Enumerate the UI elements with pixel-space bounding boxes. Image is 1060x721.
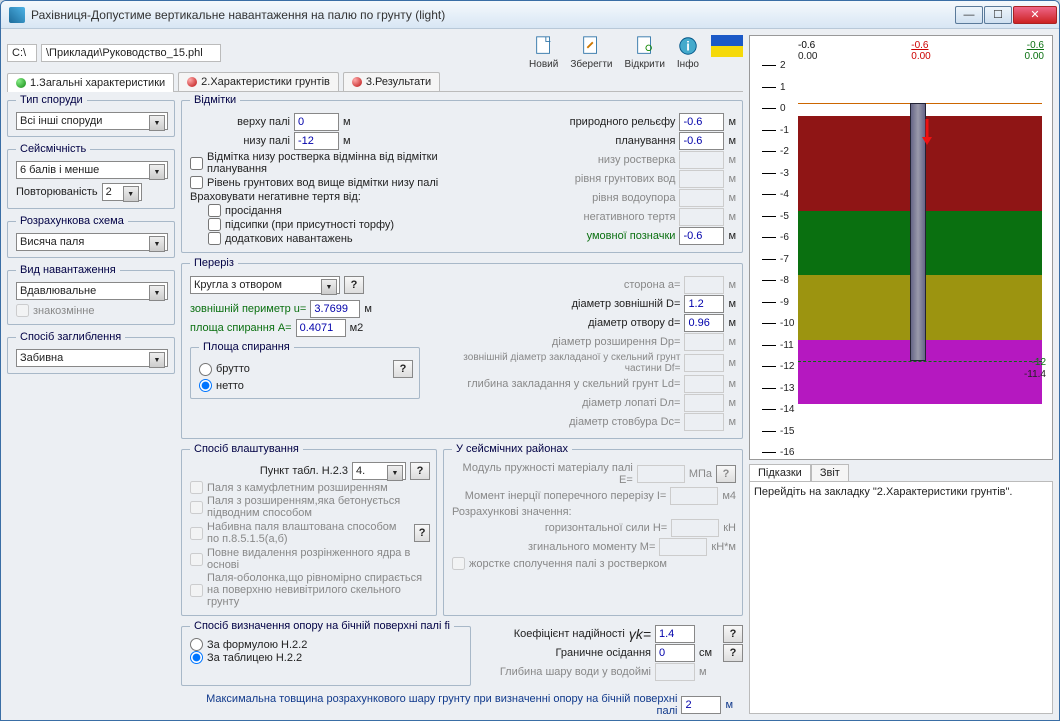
gw-above-check[interactable]: Рівень грунтових вод вище відмітки низу … <box>190 176 490 189</box>
window-title: Рахівниця-Допустиме вертикальне навантаж… <box>31 8 955 22</box>
perim-input[interactable]: 3.7699 <box>310 300 360 318</box>
app-icon <box>9 7 25 23</box>
file-path: C:\ \Приклади\Руководство_15.phl <box>7 44 221 62</box>
opt1-check: Паля з камуфлетним розширенням <box>190 481 430 494</box>
seism-combo[interactable]: 6 балів і менше <box>16 161 168 179</box>
water-input <box>655 663 695 681</box>
rostv-diff-check[interactable]: Відмітка низу ростверка відмінна від від… <box>190 151 490 175</box>
negfr-input <box>679 208 724 226</box>
report-tab[interactable]: Звіт <box>811 464 849 481</box>
path-root: C:\ <box>7 44 37 62</box>
deep-combo[interactable]: Забивна <box>16 349 168 367</box>
type-struct-combo[interactable]: Всі інші споруди <box>16 112 168 130</box>
opt5-check: Паля-оболонка,що рівномірно спирається н… <box>190 572 430 608</box>
diam-ext-input[interactable]: 1.2 <box>684 295 724 313</box>
rigid-check: жорстке сполучення палі з ростверком <box>452 557 736 570</box>
soil-visualization: -0.60.00 -0.60.00 -0.60.00 2 1 0 -1 -2 -… <box>749 35 1053 460</box>
area-help-button[interactable]: ? <box>393 360 413 378</box>
gw-input <box>679 170 724 188</box>
open-button[interactable]: Відкрити <box>624 35 664 70</box>
settle-help-button[interactable]: ? <box>723 644 743 662</box>
legend-input[interactable]: -0.6 <box>679 227 724 245</box>
gamma-input[interactable]: 1.4 <box>655 625 695 643</box>
diam-blade-input <box>684 394 724 412</box>
H-input <box>671 519 719 537</box>
depth-axis: 2 1 0 -1 -2 -3 -4 -5 -6 -7 -8 -9 -10 -11… <box>760 60 794 451</box>
load-combo[interactable]: Вдавлювальне <box>16 282 168 300</box>
close-button[interactable]: ✕ <box>1013 6 1057 24</box>
tab-soil[interactable]: 2.Характеристики грунтів <box>178 72 339 91</box>
table-help-button[interactable]: ? <box>410 462 430 480</box>
rock-depth-input <box>684 375 724 393</box>
area-input[interactable]: 0.4071 <box>296 319 346 337</box>
repeat-combo[interactable]: 2 <box>102 183 142 201</box>
svg-text:i: i <box>686 39 690 54</box>
addl-check[interactable]: додаткових навантажень <box>208 232 490 245</box>
netto-radio[interactable]: нетто <box>199 379 413 392</box>
settle-input[interactable]: 0 <box>655 644 695 662</box>
path-file: \Приклади\Руководство_15.phl <box>41 44 221 62</box>
hints-text: Перейдіть на закладку "2.Характеристики … <box>749 481 1053 714</box>
gamma-help-button[interactable]: ? <box>723 625 743 643</box>
fill-check[interactable]: підсипки (при присутності торфу) <box>208 218 490 231</box>
maximize-button[interactable]: ☐ <box>984 6 1012 24</box>
flag-ua-icon[interactable] <box>711 35 743 57</box>
info-button[interactable]: iІнфо <box>677 35 699 70</box>
fi-formula-radio[interactable]: За формулою Н.2.2 <box>190 638 464 651</box>
rostv-input <box>679 151 724 169</box>
tab-general[interactable]: 1.Загальні характеристики <box>7 73 174 92</box>
section-help-button[interactable]: ? <box>344 276 364 294</box>
plan-input[interactable]: -0.6 <box>679 132 724 150</box>
relief-input[interactable]: -0.6 <box>679 113 724 131</box>
opt2-check: Паля з розширенням,яка бетонується підво… <box>190 495 430 519</box>
fi-table-radio[interactable]: За таблицею Н.2.2 <box>190 651 464 664</box>
E-input <box>637 465 685 483</box>
scheme-combo[interactable]: Висяча паля <box>16 233 168 251</box>
bot-mark-input[interactable]: -12 <box>294 132 339 150</box>
minimize-button[interactable]: — <box>955 6 983 24</box>
maxthick-label: Максимальна товщина розрахункового шару … <box>191 693 677 717</box>
opt4-check: Повне видалення розрінженного ядра в осн… <box>190 547 430 571</box>
M-input <box>659 538 707 556</box>
opt3-help-button[interactable]: ? <box>414 524 430 542</box>
table-item-combo[interactable]: 4. <box>352 462 406 480</box>
brutto-radio[interactable]: брутто <box>199 363 250 376</box>
maxthick-input[interactable]: 2 <box>681 696 721 714</box>
new-button[interactable]: Новий <box>529 35 558 70</box>
side-input <box>684 276 724 294</box>
E-help-button[interactable]: ? <box>716 465 736 483</box>
hints-tab[interactable]: Підказки <box>749 464 811 481</box>
opt3-check: Набивна паля влаштована способом по п.8.… <box>190 521 410 545</box>
tab-results[interactable]: 3.Результати <box>343 72 440 91</box>
sign-alt-check[interactable]: знакозмінне <box>16 304 168 317</box>
section-combo[interactable]: Кругла з отвором <box>190 276 340 294</box>
aquicl-input <box>679 189 724 207</box>
titlebar: Рахівниця-Допустиме вертикальне навантаж… <box>1 1 1059 29</box>
diam-rock-input <box>684 354 724 372</box>
diam-exp-input <box>684 333 724 351</box>
save-button[interactable]: Зберегти <box>570 35 612 70</box>
diam-hole-input[interactable]: 0.96 <box>684 314 724 332</box>
diam-shaft-input <box>684 413 724 431</box>
top-mark-input[interactable]: 0 <box>294 113 339 131</box>
I-input <box>670 487 718 505</box>
main-tabs: 1.Загальні характеристики 2.Характеристи… <box>7 72 743 92</box>
settl-check[interactable]: просідання <box>208 204 490 217</box>
